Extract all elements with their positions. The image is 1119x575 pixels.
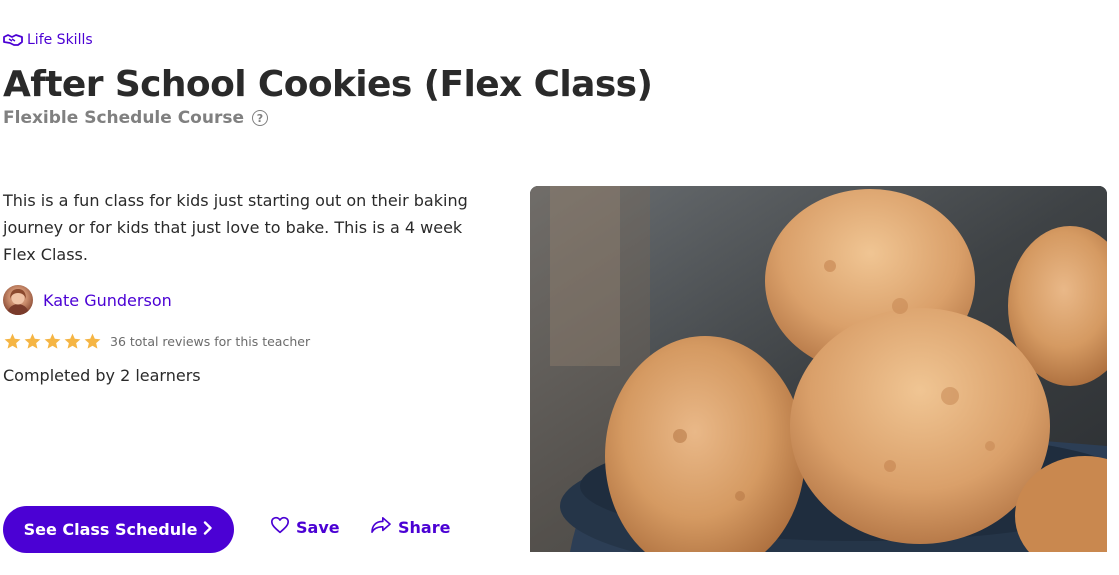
class-format: Flexible Schedule Course ? xyxy=(3,108,268,128)
avatar[interactable] xyxy=(3,285,33,315)
see-class-schedule-label: See Class Schedule xyxy=(23,520,198,539)
category-link[interactable]: Life Skills xyxy=(3,32,93,48)
heart-icon xyxy=(270,516,290,538)
teacher-info: Kate Gunderson xyxy=(3,285,172,315)
share-label: Share xyxy=(398,517,451,537)
class-page: Life Skills After School Cookies (Flex C… xyxy=(0,0,1119,575)
share-button[interactable]: Share xyxy=(370,516,450,538)
teacher-name-link[interactable]: Kate Gunderson xyxy=(43,291,172,310)
help-icon[interactable]: ? xyxy=(252,110,268,126)
completed-count: Completed by 2 learners xyxy=(3,366,201,385)
star-icon xyxy=(84,333,101,349)
class-format-label: Flexible Schedule Course xyxy=(3,108,244,128)
class-hero-image xyxy=(530,186,1107,552)
save-label: Save xyxy=(296,517,340,537)
reviews-link[interactable]: 36 total reviews for this teacher xyxy=(110,334,310,349)
chevron-right-icon xyxy=(203,520,213,539)
share-icon xyxy=(370,516,392,538)
category-label: Life Skills xyxy=(27,32,93,48)
handshake-icon xyxy=(3,33,23,47)
save-button[interactable]: Save xyxy=(270,516,340,538)
star-icon xyxy=(4,333,21,349)
class-description: This is a fun class for kids just starti… xyxy=(3,191,468,264)
teacher-rating: 36 total reviews for this teacher xyxy=(3,332,310,351)
page-title: After School Cookies (Flex Class) xyxy=(3,64,653,105)
star-icon xyxy=(44,333,61,349)
star-icon xyxy=(64,333,81,349)
star-icon xyxy=(24,333,41,349)
star-rating xyxy=(3,332,102,351)
see-class-schedule-button[interactable]: See Class Schedule xyxy=(3,506,234,553)
